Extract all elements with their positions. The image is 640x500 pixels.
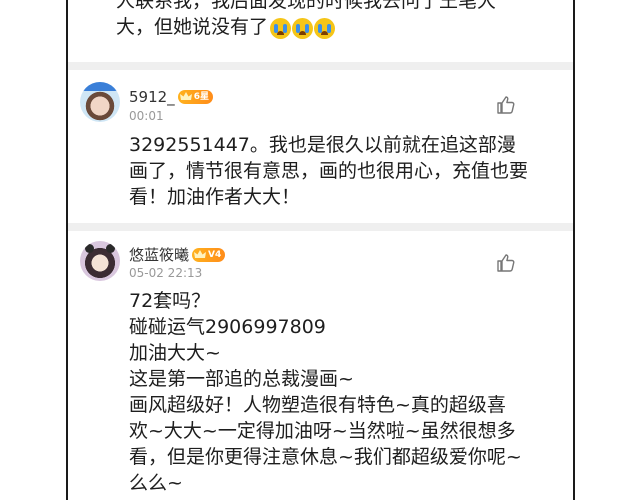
comment-line: 画了，情节很有意思，画的也很用心，充值也要 — [129, 160, 529, 182]
comment-line: 看！加油作者大大！ — [129, 186, 301, 208]
avatar-frame-badge — [82, 82, 118, 91]
previous-comment-line-2: 大，但她说没有了 — [116, 14, 546, 41]
vip-badge-label: V4 — [208, 249, 222, 260]
comment-timestamp: 05-02 22:13 — [129, 266, 203, 280]
comment-item: 悠蓝筱曦 V4 05-02 22:13 72套吗？ 碰碰运气2906997809… — [68, 231, 573, 500]
avatar[interactable] — [80, 241, 120, 281]
username[interactable]: 5912_ — [129, 88, 175, 106]
comment-body: 3292551447。我也是很久以前就在追这部漫 画了，情节很有意思，画的也很用… — [129, 132, 549, 210]
comment-line: 3292551447。我也是很久以前就在追这部漫 — [129, 134, 516, 156]
crying-emoji-icon — [314, 17, 336, 39]
previous-comment-line-1: 人联系我，我后面发现的时候我去问了王笔大 — [116, 0, 497, 12]
comment-line: 碰碰运气2906997809 — [129, 316, 326, 338]
comment-line: 画风超级好！人物塑造很有特色~真的超级喜 — [129, 394, 506, 416]
comment-list[interactable]: 人联系我，我后面发现的时候我去问了王笔大 大，但她说没有了 5912_ 6星 0… — [68, 0, 573, 500]
like-button[interactable] — [496, 95, 516, 115]
crying-emoji-icon — [270, 17, 292, 39]
comment-line: 加油大大~ — [129, 342, 221, 364]
vip-badge: 6星 — [177, 90, 213, 104]
comment-line: 这是第一部追的总裁漫画~ — [129, 368, 354, 390]
thumb-up-icon — [497, 254, 515, 272]
comment-line: 欢~大大~一定得加油呀~当然啦~虽然很想多 — [129, 420, 516, 442]
comment-timestamp: 00:01 — [129, 109, 164, 123]
comment-header: 5912_ 6星 — [129, 88, 213, 106]
comment-divider — [68, 223, 573, 231]
username[interactable]: 悠蓝筱曦 — [129, 244, 189, 265]
avatar[interactable] — [80, 82, 120, 122]
avatar-ear-decoration — [106, 244, 115, 253]
comment-line: 么么~ — [129, 472, 183, 494]
emoji-group — [270, 15, 336, 41]
comment-line: 看，但是你更得注意休息~我们都超级爱你呢~ — [129, 446, 522, 468]
crown-icon — [179, 92, 192, 100]
crying-emoji-icon — [292, 17, 314, 39]
vip-badge-label: 6星 — [193, 92, 209, 102]
thumb-up-icon — [497, 96, 515, 114]
frame-right-border — [573, 0, 575, 500]
comment-line: 72套吗？ — [129, 290, 211, 312]
avatar-ear-decoration — [85, 244, 94, 253]
like-button[interactable] — [496, 253, 516, 273]
previous-comment-body: 人联系我，我后面发现的时候我去问了王笔大 大，但她说没有了 — [116, 0, 546, 41]
comment-body: 72套吗？ 碰碰运气2906997809 加油大大~ 这是第一部追的总裁漫画~ … — [129, 288, 549, 496]
crown-icon — [194, 249, 207, 258]
comment-divider — [68, 62, 573, 70]
comment-item: 5912_ 6星 00:01 3292551447。我也是很久以前就在追这部漫 … — [68, 70, 573, 220]
vip-badge: V4 — [192, 247, 226, 262]
previous-comment-line-2-text: 大，但她说没有了 — [116, 16, 269, 38]
comment-header: 悠蓝筱曦 V4 — [129, 244, 226, 265]
